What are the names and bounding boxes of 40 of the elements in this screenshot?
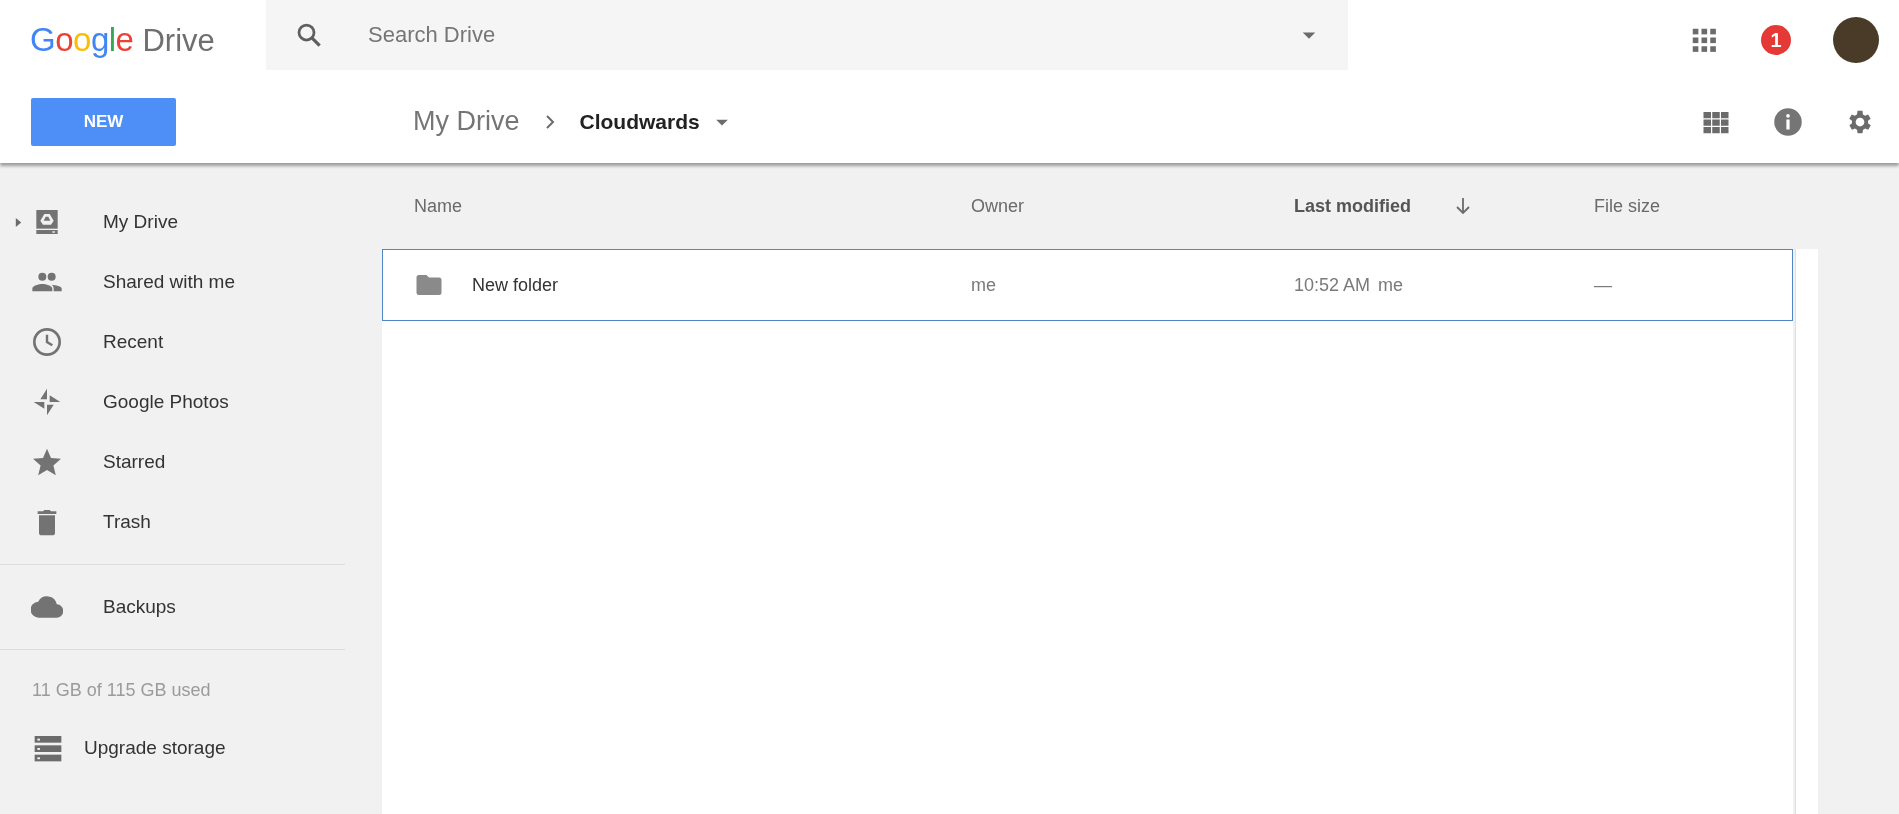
owner-text: me: [971, 274, 996, 296]
modified-time: 10:52 AM: [1294, 274, 1371, 296]
file-row[interactable]: New folder me 10:52 AM me —: [382, 249, 1793, 321]
column-header[interactable]: File size: [1594, 195, 1660, 217]
sidebar-item[interactable]: Trash: [0, 492, 345, 552]
notification-badge[interactable]: 1: [1761, 25, 1791, 55]
chevron-right-icon: [544, 113, 555, 130]
info-icon[interactable]: [1773, 106, 1803, 137]
expand-arrow-icon[interactable]: [14, 216, 23, 228]
sidebar-label: Backups: [103, 596, 176, 618]
sidebar-item[interactable]: Google Photos: [0, 372, 345, 432]
storage-usage-text: 11 GB of 115 GB used: [31, 679, 212, 702]
sidebar-item[interactable]: Starred: [0, 432, 345, 492]
sidebar-label: Starred: [103, 451, 166, 473]
column-header[interactable]: Owner: [971, 195, 1024, 217]
sidebar-label: Google Photos: [103, 391, 229, 413]
sidebar-item[interactable]: Recent: [0, 312, 345, 372]
breadcrumb-item[interactable]: My Drive: [413, 106, 520, 137]
column-header[interactable]: Name: [414, 195, 462, 217]
search-bar[interactable]: Search Drive: [266, 0, 1348, 70]
sidebar-label: Recent: [103, 331, 164, 353]
sidebar-label: Trash: [103, 511, 151, 533]
search-field[interactable]: Search Drive: [366, 21, 1294, 49]
sidebar-label: My Drive: [103, 211, 178, 233]
file-size-text: —: [1594, 274, 1612, 296]
upgrade-storage-label: Upgrade storage: [84, 737, 226, 759]
sidebar-item[interactable]: Backups: [0, 577, 345, 637]
google-drive-logo[interactable]: Google Drive: [0, 21, 266, 59]
clock-icon: [31, 326, 63, 358]
breadcrumb-item[interactable]: Cloudwards: [579, 109, 700, 134]
avatar[interactable]: [1833, 17, 1879, 63]
scrollbar-track[interactable]: [1795, 249, 1818, 814]
column-header[interactable]: Last modified: [1294, 195, 1411, 217]
upgrade-storage-link[interactable]: Upgrade storage: [0, 717, 345, 779]
sidebar-item[interactable]: Shared with me: [0, 252, 345, 312]
sidebar-item[interactable]: My Drive: [0, 192, 345, 252]
pinwheel-icon: [31, 386, 63, 418]
file-name: New folder: [472, 274, 559, 296]
sidebar-label: Shared with me: [103, 271, 235, 293]
modified-by-text: me: [1378, 274, 1404, 296]
